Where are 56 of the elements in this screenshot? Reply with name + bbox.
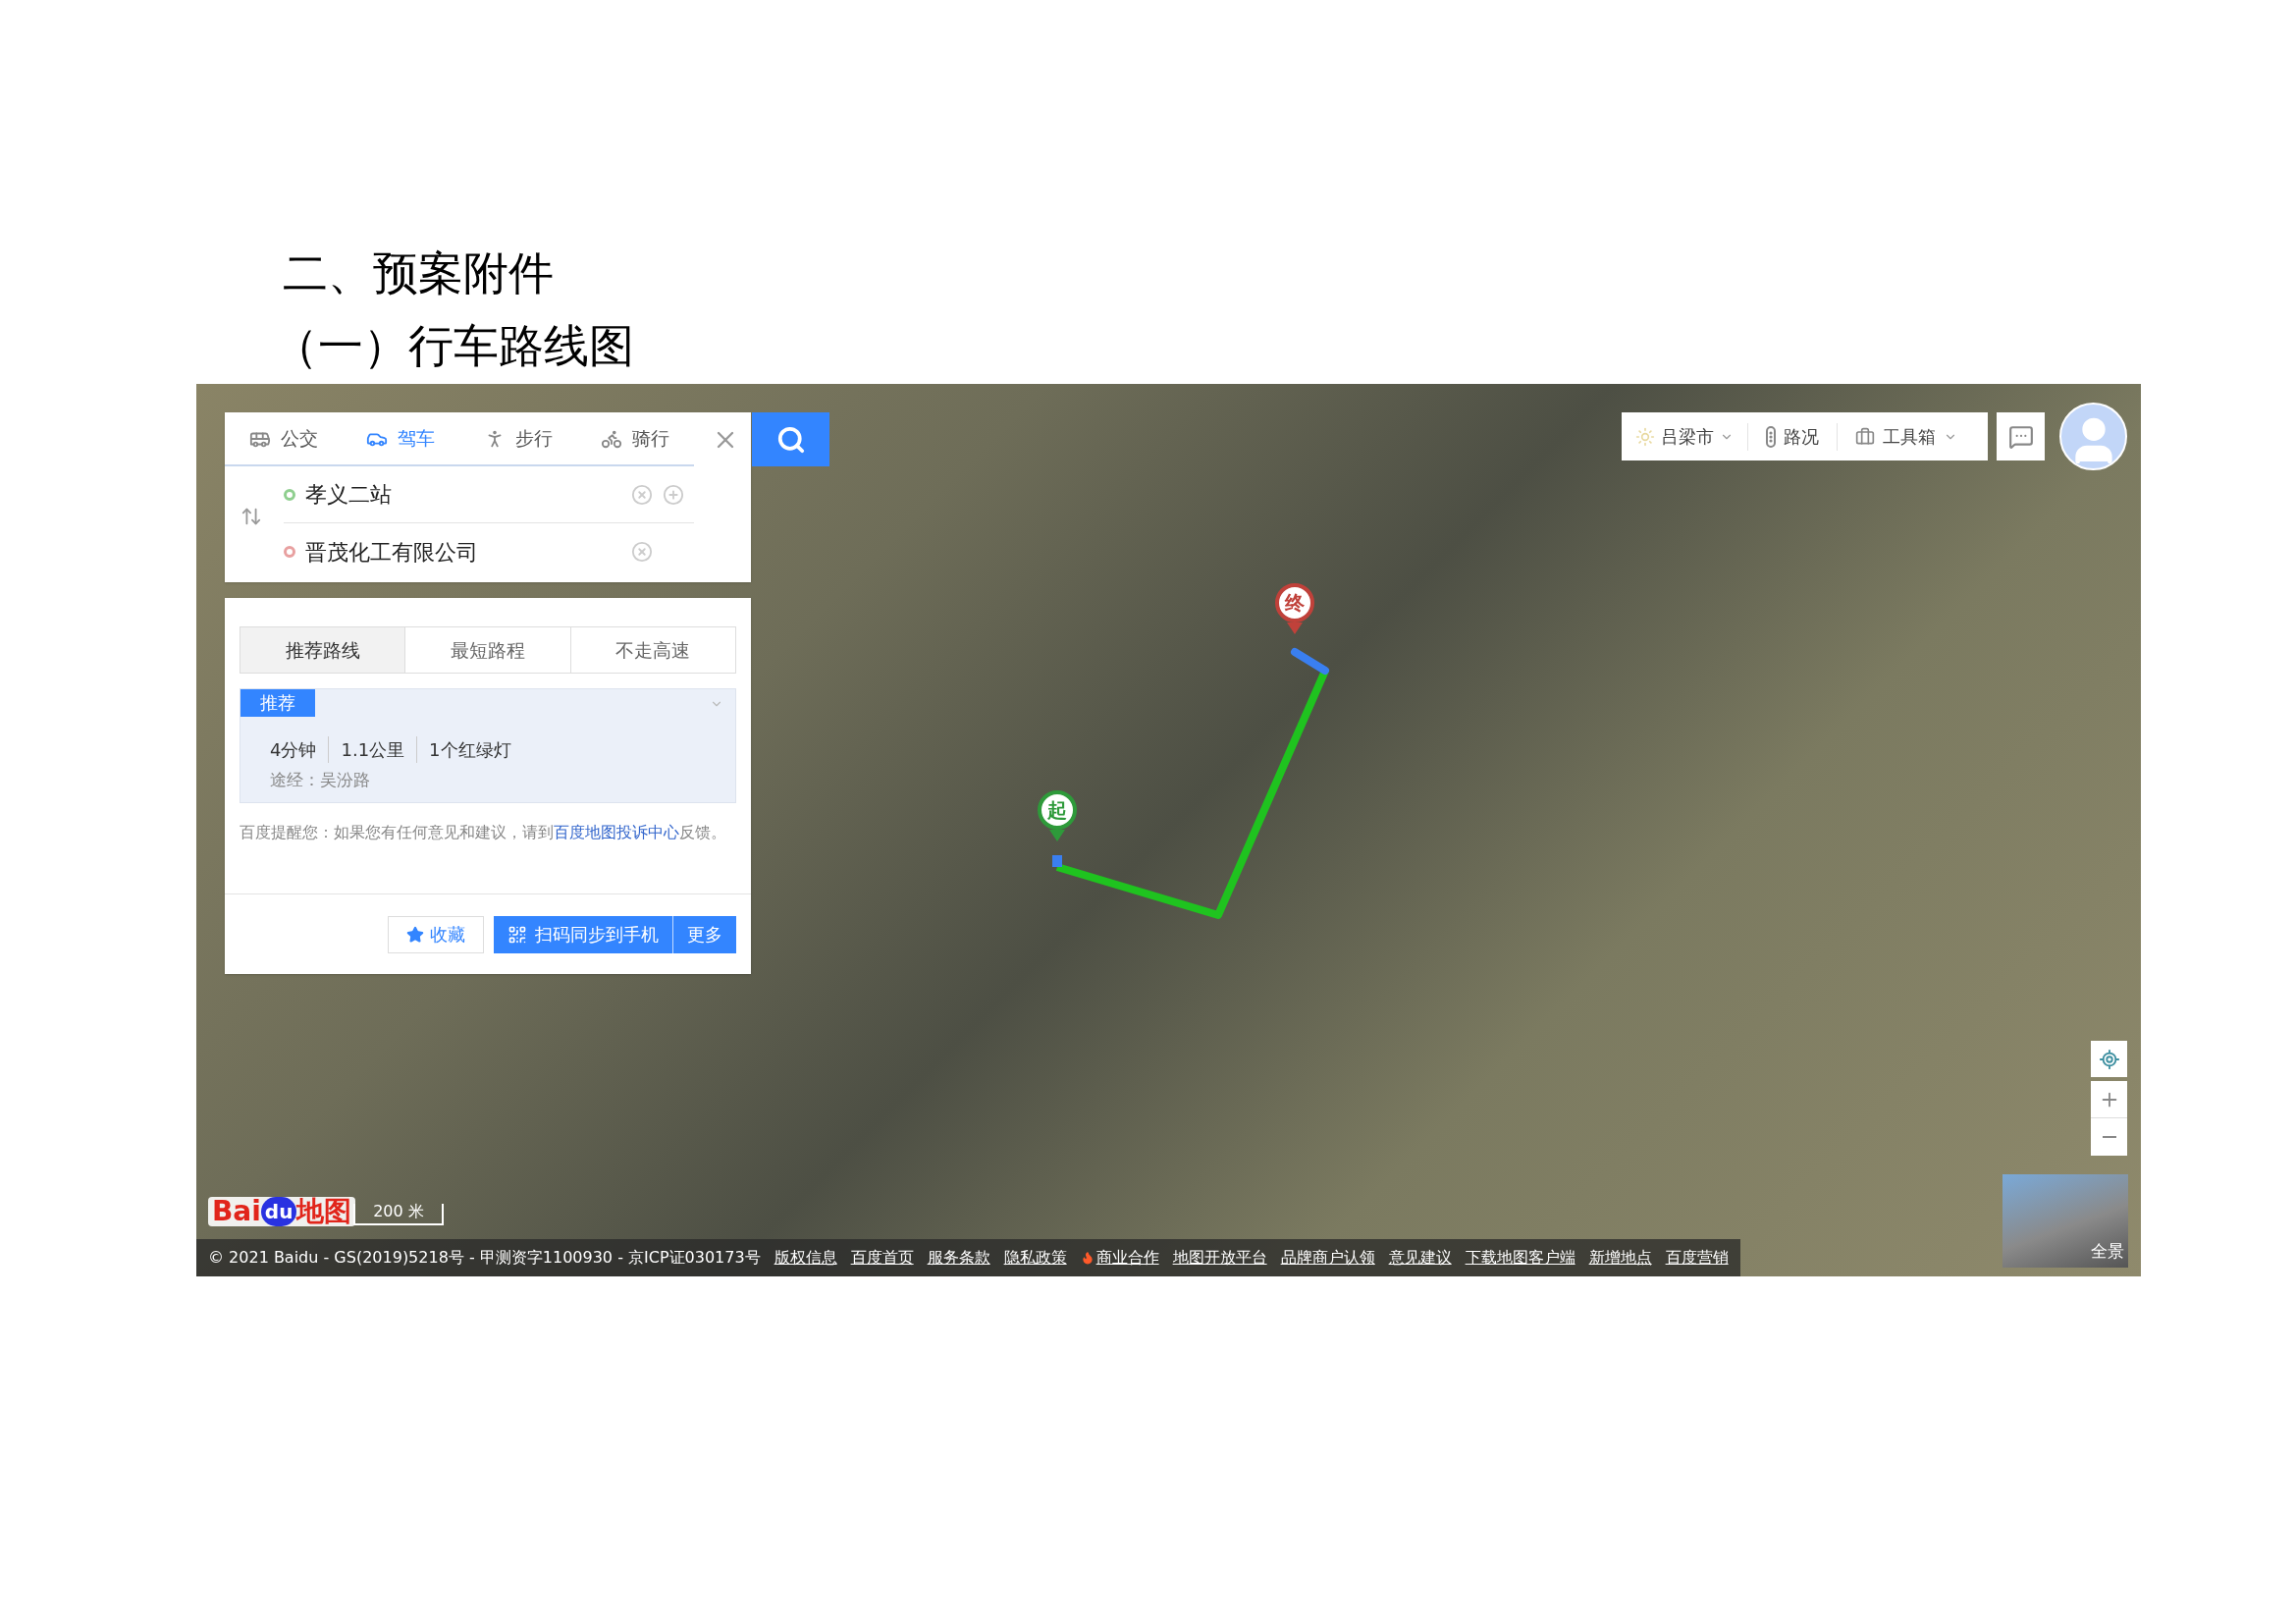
more-button[interactable]: 更多 xyxy=(673,915,736,953)
qr-code-icon xyxy=(507,924,527,945)
travel-mode-tab[interactable]: 公交 xyxy=(225,412,343,464)
travel-mode-tab[interactable]: 步行 xyxy=(459,412,577,464)
clear-icon[interactable] xyxy=(631,483,653,506)
footer-link[interactable]: 新增地点 xyxy=(1588,1246,1652,1270)
footer-link[interactable]: 服务条款 xyxy=(927,1246,990,1270)
footer-link[interactable]: 百度首页 xyxy=(850,1246,914,1270)
complaint-link[interactable]: 百度地图投诉中心 xyxy=(554,823,679,841)
satellite-map[interactable] xyxy=(196,384,2141,1276)
route-option-tab[interactable]: 推荐路线 xyxy=(240,627,406,673)
locate-button[interactable] xyxy=(2091,1041,2127,1077)
start-field[interactable]: 孝义二站 xyxy=(284,466,694,523)
star-icon xyxy=(406,925,424,944)
baidu-logo: Bai du地图 xyxy=(208,1197,356,1226)
briefcase-icon xyxy=(1855,426,1875,447)
toolbox-button[interactable]: 工具箱 xyxy=(1838,422,1975,451)
footer-link[interactable]: 版权信息 xyxy=(774,1246,837,1270)
traffic-button[interactable]: 路况 xyxy=(1748,422,1838,451)
copyright-text: © 2021 Baidu - GS(2019)5218号 - 甲测资字1100930 - 京ICP证030173号 xyxy=(208,1247,761,1269)
end-field[interactable]: 晋茂化工有限公司 xyxy=(284,523,694,580)
minus-icon xyxy=(2102,1136,2116,1138)
section-heading: 二、预案附件 xyxy=(283,245,555,301)
route-via: 途经：吴汾路 xyxy=(270,769,370,791)
save-button[interactable]: 收藏 xyxy=(388,915,484,953)
footer-link[interactable]: 地图开放平台 xyxy=(1172,1246,1267,1270)
route-stat: 1.1公里 xyxy=(328,736,417,763)
chat-bubble-icon xyxy=(2007,423,2034,450)
feedback-notice: 百度提醒您：如果您有任何意见和建议，请到百度地图投诉中心反馈。 xyxy=(240,822,727,843)
sun-icon xyxy=(1635,426,1655,447)
route-stat: 4分钟 xyxy=(270,738,318,762)
scale-bar: 200 米 xyxy=(353,1204,444,1225)
city-selector[interactable]: 吕梁市 xyxy=(1622,422,1748,451)
recommend-badge: 推荐 xyxy=(240,689,315,717)
swap-icon[interactable] xyxy=(240,506,262,527)
add-icon[interactable] xyxy=(663,483,684,506)
search-icon xyxy=(775,424,806,455)
footer-link[interactable]: 隐私政策 xyxy=(1003,1246,1067,1270)
route-card[interactable]: 推荐 4分钟 1.1公里 1个红绿灯 途经：吴汾路 xyxy=(240,688,736,803)
footer-link[interactable]: 商业合作 xyxy=(1080,1246,1159,1270)
traffic-light-icon xyxy=(1766,425,1776,448)
locate-icon xyxy=(2098,1048,2120,1070)
footer-link[interactable]: 百度营销 xyxy=(1665,1246,1729,1270)
footer-link[interactable]: 品牌商户认领 xyxy=(1280,1246,1375,1270)
flame-icon xyxy=(1080,1251,1095,1265)
footer-link[interactable]: 意见建议 xyxy=(1388,1246,1452,1270)
footer-link[interactable]: 下载地图客户端 xyxy=(1465,1246,1575,1270)
travel-mode-tab[interactable]: 骑行 xyxy=(576,412,694,464)
travel-mode-tab[interactable]: 驾车 xyxy=(342,412,459,464)
route-stat: 1个红绿灯 xyxy=(416,736,523,763)
search-button[interactable] xyxy=(752,412,829,466)
sync-to-phone-button[interactable]: 扫码同步到手机 xyxy=(494,915,673,953)
message-button[interactable] xyxy=(1997,412,2045,460)
panorama-thumbnail[interactable]: 全景 xyxy=(2002,1174,2128,1268)
subsection-heading: （一）行车路线图 xyxy=(273,318,635,374)
clear-icon[interactable] xyxy=(631,541,653,563)
